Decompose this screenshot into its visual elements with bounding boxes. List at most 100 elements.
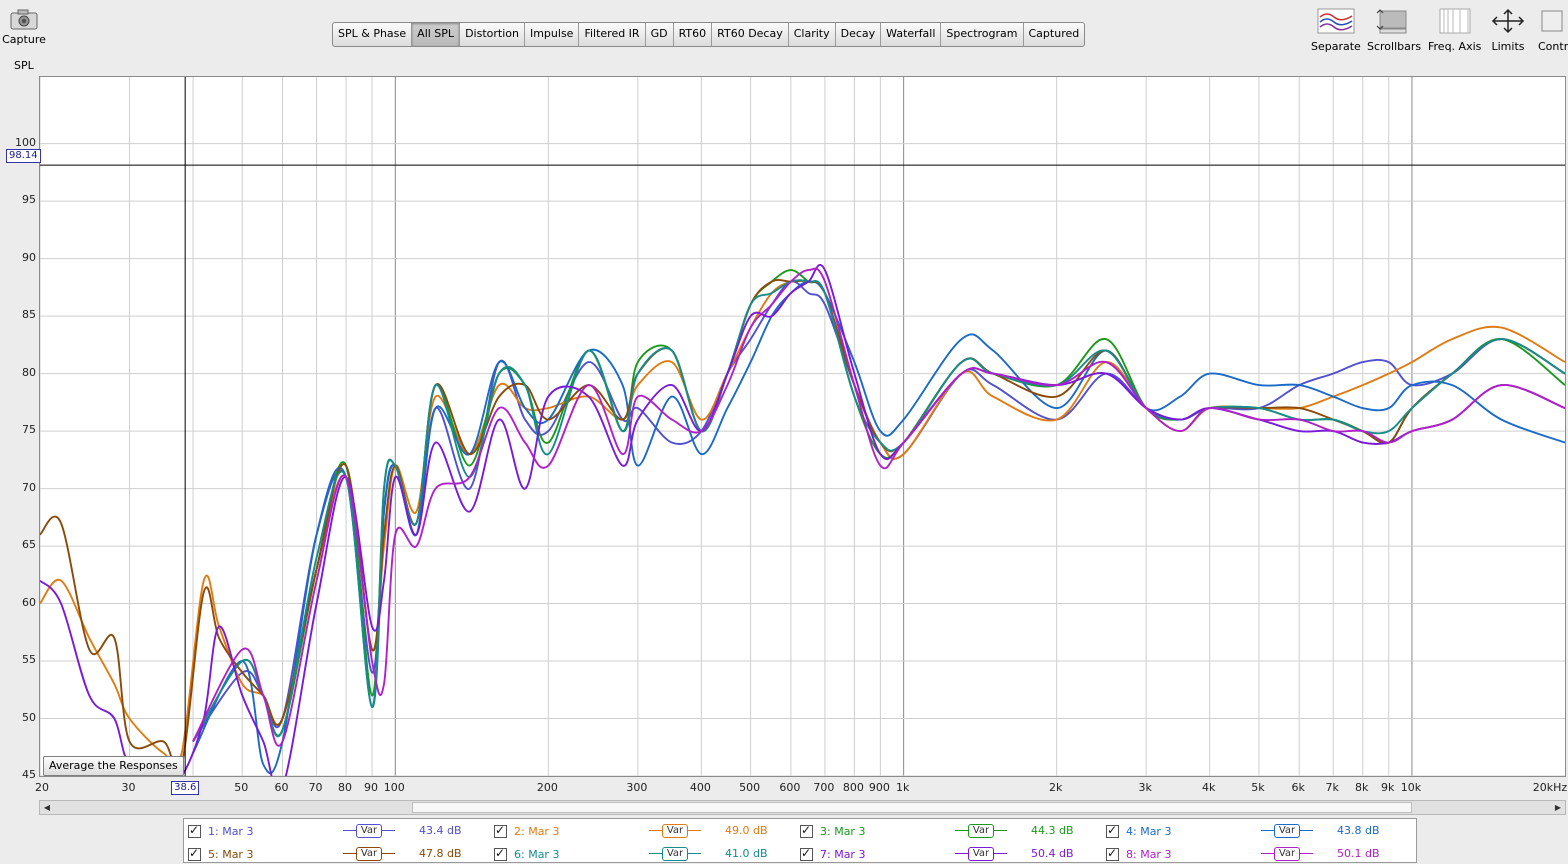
trace-name[interactable]: 1: Mar 3 [208,825,253,838]
var-label: Var [355,847,383,861]
x-tick-label: 200 [536,781,558,794]
freq-axis-button[interactable]: Freq. Axis [1428,8,1481,53]
y-tick-label: 85 [22,308,36,322]
show-trace-checkbox[interactable] [188,846,201,861]
var-label: Var [661,824,689,838]
x-tick-label: 10k [1400,781,1422,794]
x-tick-label: 2k [1048,781,1063,794]
trace-level-value: 41.0 dB [725,847,768,860]
show-trace-checkbox[interactable] [1106,823,1119,838]
limits-button[interactable]: Limits [1490,8,1526,53]
horizontal-scrollbar[interactable]: ◀ ▶ [39,800,1566,815]
tab-spl-phase[interactable]: SPL & Phase [333,23,413,46]
separate-button[interactable]: Separate [1311,8,1361,53]
spl-chart-svg[interactable] [40,77,1565,776]
legend-item: 8: Mar 3 [1106,844,1171,864]
scroll-right-arrow-icon[interactable]: ▶ [1551,801,1565,814]
series-line-3 [192,269,1565,742]
show-trace-checkbox[interactable] [800,846,813,861]
trace-variation-button[interactable]: Var [649,823,701,839]
cursor-x-readout: 38.6 [171,781,200,795]
legend-item: 3: Mar 3 [800,821,865,841]
graph-tabs: SPL & Phase All SPL Distortion Impulse Filte… [332,22,1086,47]
spl-graph[interactable] [39,76,1566,777]
trace-variation-button[interactable]: Var [649,846,701,862]
series-line-6 [192,279,1565,742]
show-trace-checkbox[interactable] [188,823,201,838]
y-tick-label: 100 [15,135,36,149]
legend-item: 4: Mar 3 [1106,821,1171,841]
x-tick-label: 60 [274,781,289,794]
x-tick-label: 6k [1291,781,1305,794]
y-tick-label: 55 [22,653,36,667]
x-tick-label: 800 [842,781,864,794]
trace-name[interactable]: 6: Mar 3 [514,848,559,861]
tab-all-spl[interactable]: All SPL [412,23,461,46]
trace-variation-button[interactable]: Var [955,846,1007,862]
trace-variation-button[interactable]: Var [343,823,395,839]
y-axis-title: SPL [14,59,34,72]
trace-variation-button[interactable]: Var [955,823,1007,839]
legend-item: 5: Mar 3 [188,844,253,864]
var-label: Var [967,847,995,861]
tab-filtered-ir[interactable]: Filtered IR [579,23,646,46]
x-tick-label: 3k [1138,781,1152,794]
trace-name[interactable]: 8: Mar 3 [1126,848,1171,861]
tab-spectrogram[interactable]: Spectrogram [941,23,1024,46]
series-line-5 [40,278,1565,774]
trace-name[interactable]: 3: Mar 3 [820,825,865,838]
x-tick-label: 7k [1325,781,1339,794]
show-trace-checkbox[interactable] [494,846,507,861]
show-trace-checkbox[interactable] [494,823,507,838]
measurement-legend: 1: Mar 3 Var 43.4 dB 2: Mar 3 Var 49.0 dB 3: M… [183,818,1417,863]
x-tick-label: 500 [739,781,761,794]
limits-icon [1491,8,1525,34]
x-tick-label: 9k [1381,781,1395,794]
show-trace-checkbox[interactable] [1106,846,1119,861]
x-tick-label: 1k [895,781,910,794]
controls-button[interactable]: Controls [1538,8,1568,53]
x-tick-label: 400 [689,781,711,794]
trace-name[interactable]: 7: Mar 3 [820,848,865,861]
trace-name[interactable]: 4: Mar 3 [1126,825,1171,838]
x-tick-label: 700 [813,781,835,794]
y-tick-label: 80 [22,365,36,379]
tab-rt60[interactable]: RT60 [674,23,713,46]
trace-name[interactable]: 5: Mar 3 [208,848,253,861]
series-line-7 [40,263,1565,776]
separate-label: Separate [1311,40,1361,53]
separate-icon [1317,8,1355,34]
capture-button[interactable]: Capture [2,8,46,46]
x-tick-label: 70 [308,781,323,794]
controls-icon [1541,10,1563,32]
tab-captured[interactable]: Captured [1024,23,1085,46]
controls-label: Controls [1538,40,1568,53]
scrollbar-thumb[interactable] [412,802,1412,813]
trace-variation-button[interactable]: Var [343,846,395,862]
x-tick-label: 100 [383,781,405,794]
tab-waterfall[interactable]: Waterfall [881,23,942,46]
trace-variation-button[interactable]: Var [1261,846,1313,862]
scrollbars-button[interactable]: Scrollbars [1367,8,1421,53]
tab-clarity[interactable]: Clarity [789,23,836,46]
x-tick-label: 8k [1355,781,1369,794]
x-tick-label: 30 [121,781,136,794]
tab-gd[interactable]: GD [646,23,674,46]
cursor-y-readout: 98.14 [6,149,41,163]
show-trace-checkbox[interactable] [800,823,813,838]
scrollbars-icon [1376,9,1407,34]
scroll-left-arrow-icon[interactable]: ◀ [40,801,54,814]
tab-impulse[interactable]: Impulse [525,23,580,46]
tab-distortion[interactable]: Distortion [460,23,525,46]
tab-rt60-decay[interactable]: RT60 Decay [712,23,789,46]
series-line-8 [192,267,1565,747]
trace-name[interactable]: 2: Mar 3 [514,825,559,838]
y-tick-label: 45 [22,768,36,781]
trace-variation-button[interactable]: Var [1261,823,1313,839]
x-tick-label: 5k [1251,781,1265,794]
capture-label: Capture [2,33,46,46]
trace-level-value: 44.3 dB [1031,824,1074,837]
y-tick-label: 50 [22,710,36,724]
tab-decay[interactable]: Decay [836,23,882,46]
average-responses-button[interactable]: Average the Responses [43,756,184,776]
